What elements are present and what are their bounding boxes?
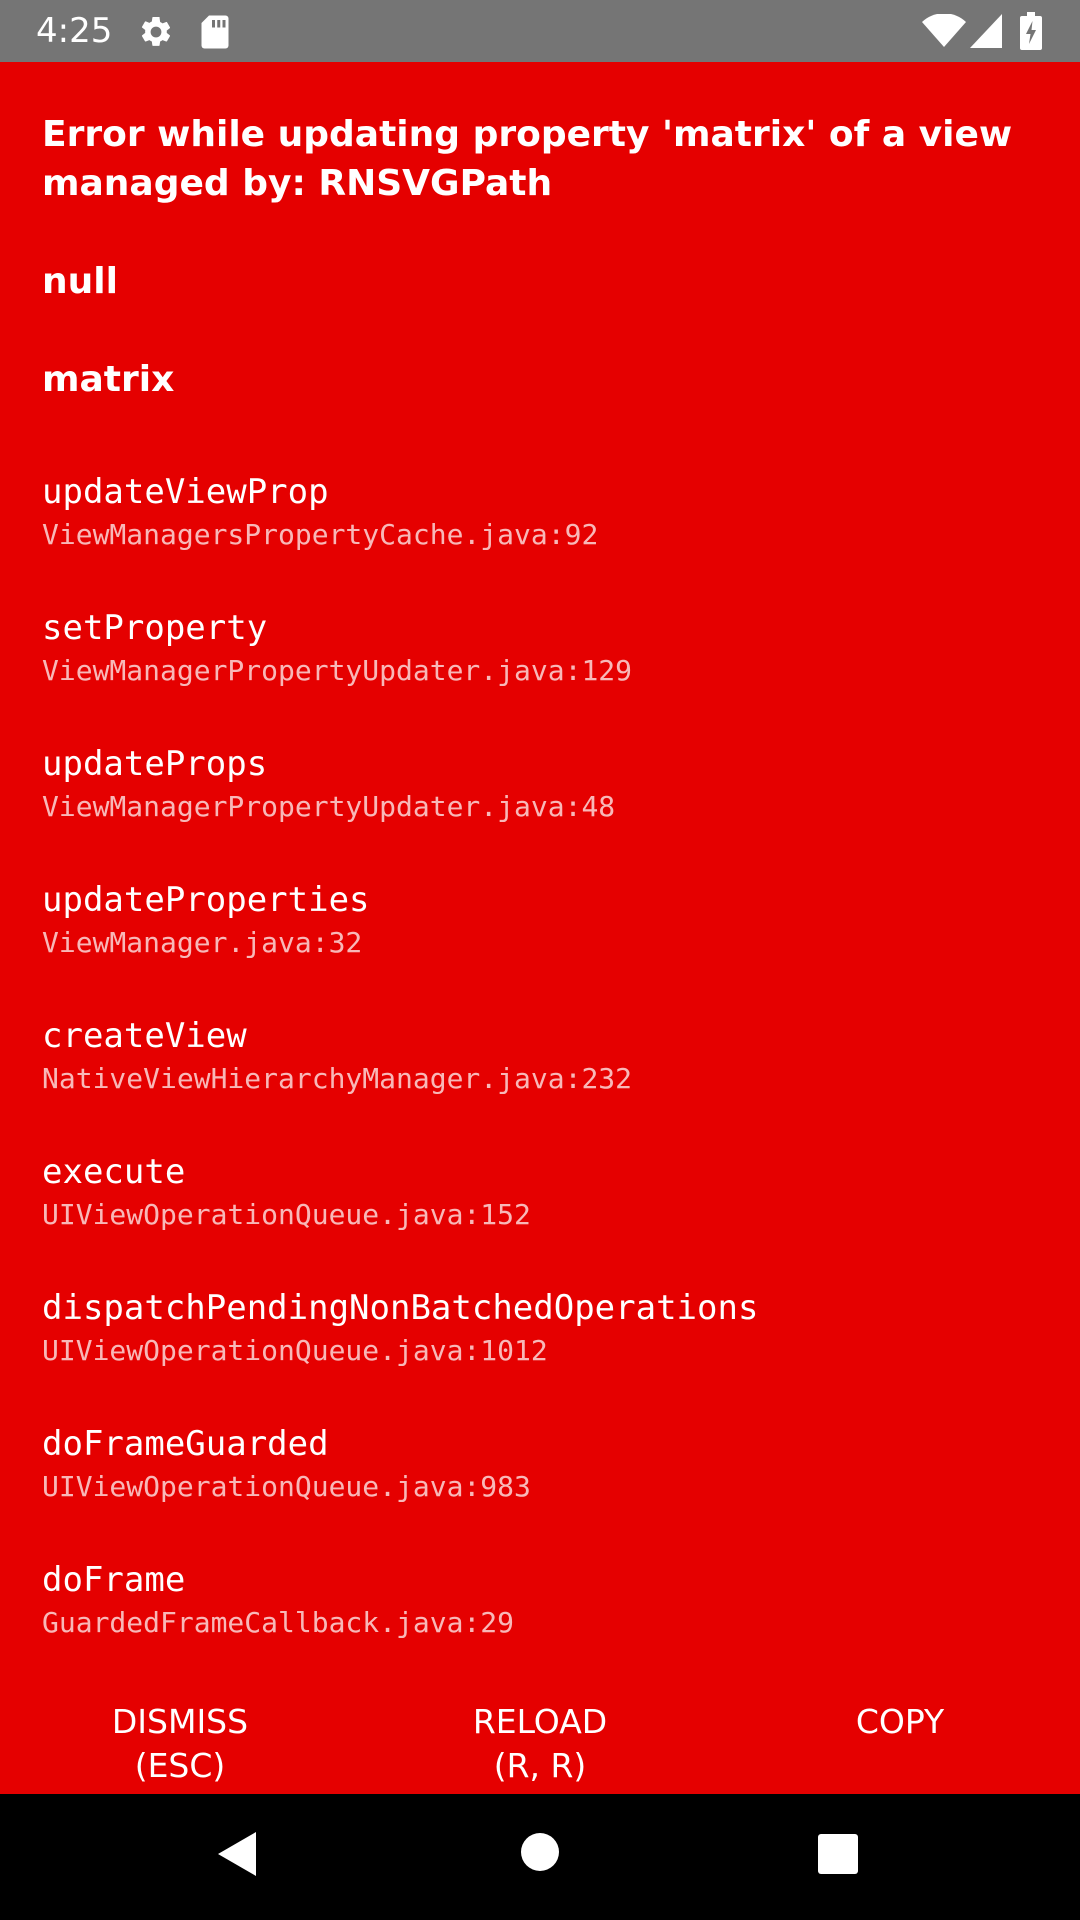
battery-charging-icon [1020, 12, 1042, 55]
copy-button-label: COPY [855, 1702, 945, 1741]
frame-location: ViewManagerPropertyUpdater.java:129 [42, 654, 633, 687]
stack-frame[interactable]: doFrame GuardedFrameCallback.java:29 [42, 1560, 1042, 1696]
frame-method: setProperty [42, 608, 268, 648]
home-icon[interactable] [520, 1832, 560, 1877]
stack-frame[interactable]: updateProperties ViewManager.java:32 [42, 880, 1042, 1016]
copy-button[interactable]: COPY [750, 1692, 1050, 1794]
frame-method: updateProps [42, 744, 268, 784]
error-title-line-1: Error while updating property 'matrix' o… [42, 114, 1013, 155]
gear-icon [138, 14, 174, 55]
frame-method: updateViewProp [42, 472, 329, 512]
reload-button-label: RELOAD [472, 1702, 608, 1741]
dismiss-button-shortcut: (ESC) [134, 1746, 226, 1785]
frame-location: ViewManager.java:32 [42, 926, 363, 959]
error-detail-null: null [42, 261, 118, 302]
status-bar: 4:25 [0, 0, 1080, 62]
frame-method: updateProperties [42, 880, 370, 920]
frame-location: ViewManagersPropertyCache.java:92 [42, 518, 599, 551]
stack-frame[interactable]: createView NativeViewHierarchyManager.ja… [42, 1016, 1042, 1152]
reload-button[interactable]: RELOAD (R, R) [390, 1692, 690, 1794]
frame-location: UIViewOperationQueue.java:152 [42, 1198, 531, 1231]
reload-button-shortcut: (R, R) [493, 1746, 587, 1785]
frame-method: execute [42, 1152, 186, 1192]
stack-frame[interactable]: updateProps ViewManagerPropertyUpdater.j… [42, 744, 1042, 880]
redbox-button-row: DISMISS (ESC) RELOAD (R, R) COPY [0, 1692, 1080, 1794]
stack-frame[interactable]: dispatchPendingNonBatchedOperations UIVi… [42, 1288, 1042, 1424]
navigation-bar [0, 1794, 1080, 1920]
frame-method: doFrameGuarded [42, 1424, 329, 1464]
back-icon[interactable] [216, 1830, 260, 1883]
stack-frame[interactable]: updateViewProp ViewManagersPropertyCache… [42, 472, 1042, 608]
stack-frame[interactable]: setProperty ViewManagerPropertyUpdater.j… [42, 608, 1042, 744]
error-detail-property: matrix [42, 359, 175, 400]
frame-location: UIViewOperationQueue.java:1012 [42, 1334, 548, 1367]
status-time: 4:25 [36, 11, 113, 51]
error-message: Error while updating property 'matrix' o… [42, 110, 1042, 404]
stack-frame[interactable]: doFrameGuarded UIViewOperationQueue.java… [42, 1424, 1042, 1560]
frame-location: NativeViewHierarchyManager.java:232 [42, 1062, 633, 1095]
stack-frame[interactable]: execute UIViewOperationQueue.java:152 [42, 1152, 1042, 1288]
sd-card-icon [200, 14, 230, 55]
frame-location: UIViewOperationQueue.java:983 [42, 1470, 531, 1503]
frame-method: doFrame [42, 1560, 186, 1600]
frame-method: createView [42, 1016, 247, 1056]
frame-location: GuardedFrameCallback.java:29 [42, 1606, 515, 1639]
dismiss-button-label: DISMISS [111, 1702, 249, 1741]
cell-signal-icon [970, 14, 1002, 53]
frame-method: dispatchPendingNonBatchedOperations [42, 1288, 759, 1328]
stack-trace-list[interactable]: updateViewProp ViewManagersPropertyCache… [42, 472, 1042, 1704]
frame-location: ViewManagerPropertyUpdater.java:48 [42, 790, 616, 823]
recents-icon[interactable] [818, 1834, 858, 1879]
error-title-line-2: managed by: RNSVGPath [42, 163, 553, 204]
redbox-error-screen: Error while updating property 'matrix' o… [0, 62, 1080, 1794]
wifi-icon [922, 13, 966, 53]
dismiss-button[interactable]: DISMISS (ESC) [30, 1692, 330, 1794]
